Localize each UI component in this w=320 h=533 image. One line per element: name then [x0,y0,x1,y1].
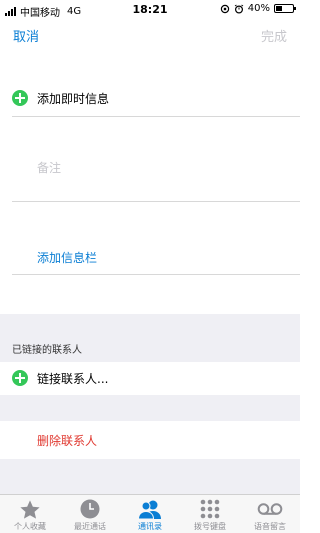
voicemail-icon [257,503,283,515]
tab-recents[interactable]: 最近通话 [60,495,120,533]
star-icon [20,500,40,519]
linked-contacts-header: 已链接的联系人 [12,345,82,356]
tab-bar: 个人收藏 最近通话 通讯录 拨号键盘 语音留言 [0,494,300,533]
keypad-icon [200,499,220,519]
tab-voicemail[interactable]: 语音留言 [240,495,300,533]
add-icon [12,90,28,106]
tab-label: 通讯录 [138,522,162,531]
notes-placeholder: 备注 [37,161,62,175]
navigation-bar: 取消 完成 [0,22,300,48]
link-contact-label: 链接联系人... [37,372,109,386]
tab-contacts[interactable]: 通讯录 [120,495,180,533]
section-separator [0,459,300,494]
add-instant-message-row[interactable]: 添加即时信息 [0,82,300,116]
status-bar: 中国移动 4G 18:21 40% [0,0,300,20]
divider [12,274,300,275]
cancel-button[interactable]: 取消 [13,26,39,45]
tab-label: 拨号键盘 [194,522,226,531]
orientation-lock-icon [220,4,229,13]
tab-label: 最近通话 [74,522,106,531]
clock-icon [80,499,100,519]
battery-percent: 40% [247,3,270,14]
tab-favorites[interactable]: 个人收藏 [0,495,60,533]
add-instant-message-label: 添加即时信息 [37,92,110,106]
contacts-icon [138,500,161,519]
done-button[interactable]: 完成 [261,26,287,45]
notes-field[interactable]: 备注 [0,117,300,201]
tab-keypad[interactable]: 拨号键盘 [180,495,240,533]
tab-label: 个人收藏 [14,522,46,531]
add-icon [12,370,28,386]
tab-label: 语音留言 [254,522,286,531]
add-field-row[interactable]: 添加信息栏 [0,202,300,274]
add-field-button[interactable]: 添加信息栏 [37,249,97,266]
delete-contact-row[interactable]: 删除联系人 [0,421,300,459]
battery-icon [274,4,296,13]
section-separator [0,395,300,421]
link-contact-row[interactable]: 链接联系人... [0,362,300,395]
delete-contact-button[interactable]: 删除联系人 [37,432,97,449]
alarm-icon [234,4,244,14]
